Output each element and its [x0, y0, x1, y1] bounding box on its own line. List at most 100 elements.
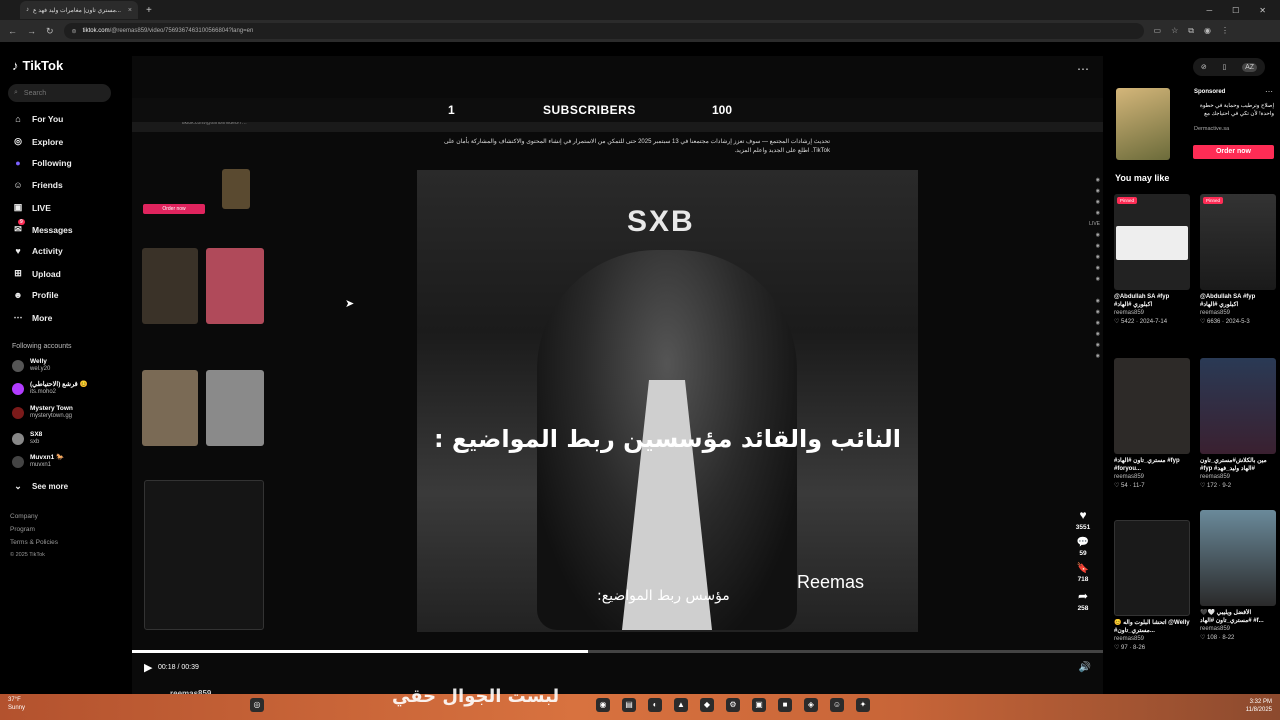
recommended-card[interactable]: Pinned @Abdullah ‎SA #fyp #اكبلوري #الها… — [1200, 194, 1276, 326]
nav-activity[interactable]: ♥ Activity — [12, 246, 62, 256]
left-sidebar: ♪ TikTok ⌕ Search ⌂ For You ◎ Explore ● Fol… — [0, 44, 130, 694]
steam-icon[interactable]: ⚙ — [726, 698, 740, 712]
see-more-label: See more — [32, 482, 69, 491]
system-clock[interactable]: 3:32 PM 11/8/2025 — [1246, 698, 1272, 714]
device-icon[interactable]: ▯ — [1223, 63, 1227, 71]
chrome-icon[interactable]: ◉ — [596, 698, 610, 712]
reload-icon[interactable]: ↻ — [46, 26, 54, 37]
nav-upload[interactable]: ⊞ Upload — [12, 268, 61, 279]
nav-following[interactable]: ● Following — [12, 158, 71, 168]
card-thumbnail: Pinned — [1114, 194, 1190, 290]
volume-icon[interactable]: 🔊 — [1079, 662, 1091, 673]
recorded-page-grid — [140, 165, 270, 635]
card-title: @Abdullah ‎SA #fyp #اكبلوري #الهاد — [1200, 294, 1256, 308]
recommended-card[interactable]: #مستري_تاون #الهاد #fyp #foryou... reema… — [1114, 358, 1190, 490]
footer-program[interactable]: Program — [10, 526, 35, 533]
cast-icon[interactable]: ▭ — [1154, 26, 1162, 36]
forward-icon[interactable]: → — [27, 26, 36, 36]
app-icon[interactable]: ▣ — [752, 698, 766, 712]
order-now-button[interactable]: Order now — [1193, 145, 1274, 159]
card-author: reemas859 — [1114, 310, 1145, 316]
bookmark-icon: 🔖 — [1076, 563, 1090, 574]
nav-label: Upload — [32, 268, 61, 279]
share-button[interactable]: ➦ 258 — [1078, 589, 1089, 612]
sponsored-text: إصلاح وترطيب وحماية في خطوة واحدة! لأن ت… — [1199, 103, 1274, 117]
profile-icon[interactable]: ◉ — [1204, 26, 1211, 36]
browser-tab[interactable]: ♪ مستري تاون| مغامرات وليد فهد ع... × — [20, 1, 138, 19]
recommended-card[interactable]: مين بالكلاش#مستري_تاون #fyp #الهاد وليد_… — [1200, 358, 1276, 490]
sponsored-link[interactable]: Dermactive.sa — [1194, 126, 1229, 132]
nav-for-you[interactable]: ⌂ For You — [12, 114, 63, 124]
nav-messages[interactable]: ✉ Messages 9 — [12, 219, 73, 235]
subscriber-label: SUBSCRIBERS — [543, 103, 636, 117]
nav-friends[interactable]: ☺ Friends — [12, 180, 62, 190]
bookmark-star-icon[interactable]: ☆ — [1171, 26, 1178, 36]
video-progress-bar[interactable] — [132, 650, 1103, 653]
video-frame[interactable]: SXB النائب والقائد مؤسسين ربط المواضيع :… — [417, 170, 918, 632]
browser-menu-icon[interactable]: ⋮ — [1221, 26, 1229, 36]
search-input[interactable]: ⌕ Search — [8, 84, 111, 102]
avatar — [12, 455, 24, 468]
start-icon[interactable]: ◎ — [250, 698, 264, 712]
account-avatar[interactable]: AZ — [1242, 62, 1258, 72]
card-title: الأفضل ويليبي 🤍🖤 #مستري_تاون #الهاد #f..… — [1200, 610, 1264, 624]
compass-icon: ◎ — [14, 136, 22, 146]
following-account[interactable]: Muvxn1 🐎 muvxn1 — [12, 454, 64, 469]
sponsored-more-icon[interactable]: ⋯ — [1265, 87, 1273, 96]
pinned-badge: Pinned — [1117, 197, 1138, 204]
sponsored-image[interactable] — [1116, 88, 1170, 160]
following-account[interactable]: قرشع (الاحتياطي) 😊 its.moho2 — [12, 381, 88, 396]
nav-live[interactable]: ▣ LIVE — [12, 202, 51, 213]
play-icon[interactable]: ▶ — [144, 661, 152, 674]
following-account[interactable]: SX8 sxb — [12, 431, 42, 446]
minimize-icon[interactable]: ─ — [1206, 6, 1212, 15]
app-icon[interactable]: ■ — [778, 698, 792, 712]
maximize-icon[interactable]: ☐ — [1232, 6, 1239, 15]
close-window-icon[interactable]: ✕ — [1259, 6, 1266, 15]
app-icon[interactable]: ◆ — [700, 698, 714, 712]
subscriber-right-value: 100 — [712, 103, 733, 117]
see-more-button[interactable]: ⌄ See more — [12, 481, 68, 492]
nav-label: Messages — [32, 224, 73, 235]
extensions-icon[interactable]: ⧉ — [1188, 26, 1194, 36]
account-name: Muvxn1 🐎 — [30, 454, 65, 461]
recommended-card[interactable]: 😊 اتحشا البلوت واله @Welly #مستري_تاون..… — [1114, 520, 1190, 652]
video-controls: ▶ 00:18 / 00:39 🔊 — [132, 658, 1103, 676]
app-icon[interactable]: ✦ — [856, 698, 870, 712]
comment-button[interactable]: 💬 59 — [1077, 537, 1089, 557]
edge-icon[interactable]: ◐ — [648, 698, 662, 712]
folder-icon[interactable]: ▤ — [622, 698, 636, 712]
tab-close-icon[interactable]: × — [128, 7, 132, 14]
card-thumbnail — [1200, 358, 1276, 454]
footer-terms[interactable]: Terms & Policies — [10, 539, 58, 546]
like-button[interactable]: ♥ 3551 — [1076, 508, 1090, 531]
url-field[interactable]: ⊜ tiktok.com/@reemas859/video/7569367463… — [63, 23, 1144, 39]
weather-widget[interactable]: 37°F Sunny — [8, 696, 25, 712]
following-account[interactable]: Welly wel.y20 — [12, 358, 50, 373]
recorded-thumbnail — [206, 370, 264, 446]
app-icon[interactable]: ◈ — [804, 698, 818, 712]
sponsored-label: Sponsored — [1194, 89, 1226, 95]
coins-icon[interactable]: ⊘ — [1201, 63, 1207, 71]
tiktok-logo[interactable]: ♪ TikTok — [12, 58, 63, 73]
nav-profile[interactable]: ☻ Profile — [12, 290, 58, 300]
activity-icon: ♥ — [15, 246, 21, 256]
account-name: Welly — [30, 358, 47, 365]
save-button[interactable]: 🔖 718 — [1077, 563, 1089, 583]
recommended-card[interactable]: Pinned @Abdullah ‎SA #fyp #اكبلوري #الها… — [1114, 194, 1190, 326]
nav-explore[interactable]: ◎ Explore — [12, 136, 63, 147]
card-meta: ♡ 6636 · 2024-5-3 — [1200, 319, 1250, 325]
site-info-icon[interactable]: ⊜ — [72, 28, 77, 35]
following-account[interactable]: Mystery Town mysterytown.gg — [12, 405, 73, 420]
recorded-thumbnail — [206, 248, 264, 324]
nav-more[interactable]: ⋯ More — [12, 312, 53, 323]
new-tab-button[interactable]: + — [146, 5, 152, 16]
discord-icon[interactable]: ☺ — [830, 698, 844, 712]
footer-company[interactable]: Company — [10, 513, 38, 520]
app-icon[interactable]: ▲ — [674, 698, 688, 712]
more-options-icon[interactable]: ⋯ — [1077, 62, 1089, 76]
recommended-card[interactable]: الأفضل ويليبي 🤍🖤 #مستري_تاون #الهاد #f..… — [1200, 510, 1276, 642]
back-icon[interactable]: ← — [8, 26, 17, 36]
account-name: قرشع (الاحتياطي) 😊 — [30, 381, 88, 388]
logo-text: TikTok — [22, 58, 64, 73]
